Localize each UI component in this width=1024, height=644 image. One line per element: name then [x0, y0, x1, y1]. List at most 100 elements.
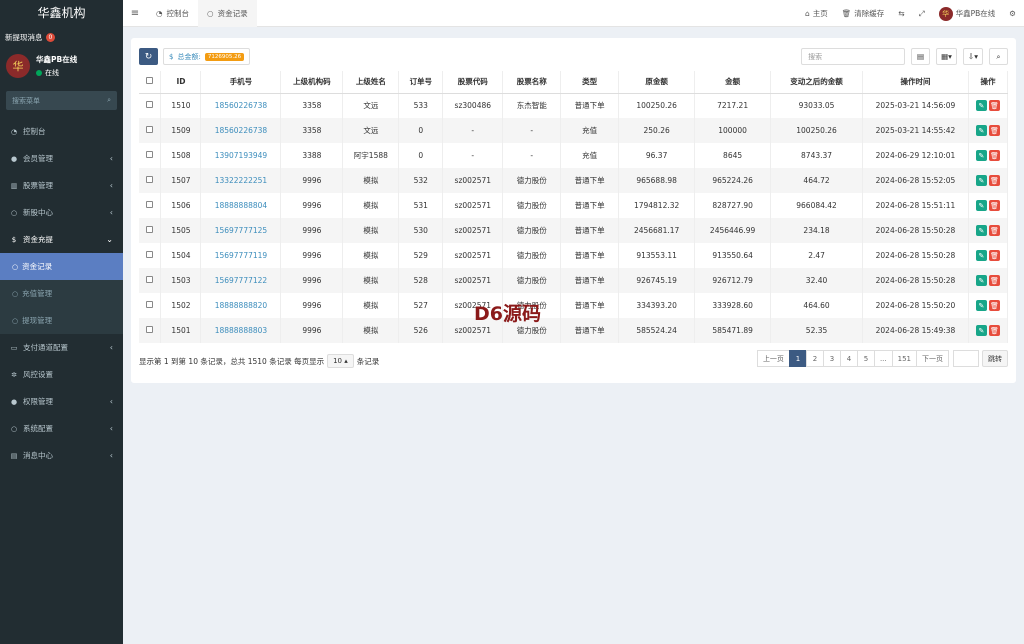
delete-icon[interactable]: 🗑	[988, 100, 1000, 112]
row-checkbox[interactable]	[139, 168, 162, 193]
row-checkbox[interactable]	[139, 268, 162, 293]
page-button-1[interactable]: 1	[788, 350, 807, 367]
sidebar-item-system[interactable]: ○ 系统配置 ‹	[0, 415, 123, 442]
table-row[interactable]: 1506 18888888804 9996 模拟 531 sz002571 德力股份 普通下单…	[139, 193, 1009, 218]
table-row[interactable]: 1509 18560226738 3358 文远 0- - 充值 250.26 100000 10…	[139, 118, 1009, 143]
page-button-last[interactable]: 151	[891, 350, 917, 367]
export-button[interactable]: ⇩▾	[962, 48, 983, 65]
page-next-button[interactable]: 下一页	[916, 350, 949, 367]
sidebar-item-risk[interactable]: ✲ 风控设置	[0, 361, 123, 388]
home-link[interactable]: ⌂ 主页	[805, 8, 828, 19]
column-header[interactable]: 股票名称	[502, 71, 562, 94]
phone-link[interactable]: 18560226738	[200, 93, 282, 118]
table-row[interactable]: 1503 15697777122 9996 模拟 528 sz002571 德力股份 普通下单…	[139, 268, 1009, 293]
delete-icon[interactable]: 🗑	[988, 200, 1000, 211]
row-checkbox[interactable]	[139, 193, 162, 218]
translate-button[interactable]: ⇆	[898, 9, 904, 18]
delete-icon[interactable]: 🗑	[988, 325, 1000, 336]
page-button-3[interactable]: 3	[822, 350, 841, 367]
column-header[interactable]: 变动之后的金额	[770, 71, 864, 94]
row-checkbox[interactable]	[139, 243, 162, 268]
sidebar-item-recharge[interactable]: ○ 充值管理	[0, 280, 123, 307]
edit-icon[interactable]: ✎	[975, 300, 987, 311]
columns-button[interactable]: ▦▾	[936, 48, 957, 65]
phone-link[interactable]: 18888888820	[200, 293, 282, 318]
row-checkbox[interactable]	[139, 293, 162, 318]
sidebar-item-fund-records[interactable]: ○ 资金记录	[0, 253, 123, 280]
delete-icon[interactable]: 🗑	[988, 125, 1000, 136]
edit-icon[interactable]: ✎	[975, 225, 987, 236]
page-button-2[interactable]: 2	[805, 350, 824, 367]
column-header[interactable]: 订单号	[398, 71, 444, 94]
sidebar-item-stocks[interactable]: ▥ 股票管理 ‹	[0, 172, 123, 199]
phone-link[interactable]: 13322222251	[200, 168, 282, 193]
row-checkbox[interactable]	[139, 93, 162, 118]
edit-icon[interactable]: ✎	[975, 325, 987, 336]
tab-fund-records[interactable]: ○ 资金记录	[198, 0, 257, 27]
page-button-4[interactable]: 4	[839, 350, 858, 367]
page-prev-button[interactable]: 上一页	[756, 350, 790, 367]
table-row[interactable]: 1505 15697777125 9996 模拟 530 sz002571 德力股份 普通下单…	[139, 218, 1009, 243]
page-size-select[interactable]: 10 ▴	[327, 354, 354, 368]
phone-link[interactable]: 18888888803	[200, 318, 282, 343]
page-jump-button[interactable]: 跳转	[982, 350, 1008, 367]
toggle-view-button[interactable]: ▤	[911, 48, 931, 65]
fullscreen-button[interactable]: ⤢	[919, 9, 925, 19]
page-button-5[interactable]: 5	[856, 350, 875, 367]
phone-link[interactable]: 18560226738	[200, 118, 282, 143]
sidebar-item-permissions[interactable]: ● 权限管理 ‹	[0, 388, 123, 415]
table-row[interactable]: 1508 13907193949 3388 阿宇1588 0- - 充值 96.37 8645 8…	[139, 143, 1009, 168]
sidebar-item-messages[interactable]: ▤ 消息中心 ‹	[0, 442, 123, 469]
sidebar-item-withdraw[interactable]: ○ 提现管理	[0, 307, 123, 334]
row-checkbox[interactable]	[139, 318, 162, 343]
phone-link[interactable]: 13907193949	[200, 143, 282, 168]
edit-icon[interactable]: ✎	[975, 100, 987, 112]
table-row[interactable]: 1502 18888888820 9996 模拟 527 sz002571 德力股份 普通下单…	[139, 293, 1009, 318]
delete-icon[interactable]: 🗑	[988, 275, 1000, 286]
delete-icon[interactable]: 🗑	[988, 175, 1000, 186]
phone-link[interactable]: 15697777125	[200, 218, 282, 243]
sidebar-item-members[interactable]: ● 会员管理 ‹	[0, 145, 123, 172]
user-menu[interactable]: 华华鑫PB在线	[938, 6, 995, 21]
search-icon[interactable]: ⌕	[107, 96, 111, 105]
row-checkbox[interactable]	[139, 143, 162, 168]
column-header[interactable]: 股票代码	[442, 71, 504, 94]
advanced-search-button[interactable]: ⌕	[989, 48, 1008, 65]
delete-icon[interactable]: 🗑	[988, 250, 1000, 261]
menu-toggle-icon[interactable]: ≡	[123, 8, 147, 19]
row-checkbox[interactable]	[139, 218, 162, 243]
edit-icon[interactable]: ✎	[975, 275, 987, 286]
edit-icon[interactable]: ✎	[975, 175, 987, 186]
delete-icon[interactable]: 🗑	[988, 300, 1000, 311]
column-header[interactable]: 上级姓名	[342, 71, 400, 94]
sidebar-item-payment[interactable]: ▭ 支付通道配置 ‹	[0, 334, 123, 361]
column-header[interactable]: 操作时间	[862, 71, 969, 94]
refresh-button[interactable]: ↻	[139, 48, 158, 65]
sidebar-search-input[interactable]: 搜索菜单 ⌕	[6, 91, 117, 110]
column-header[interactable]: 上级机构码	[280, 71, 344, 94]
sidebar-item-dashboard[interactable]: ◔ 控制台	[0, 118, 123, 145]
clear-cache-button[interactable]: 🗑 清除缓存	[842, 8, 885, 19]
page-jump-input[interactable]	[953, 350, 979, 367]
sidebar-item-funds[interactable]: $ 资金充提 ⌄	[0, 226, 123, 253]
edit-icon[interactable]: ✎	[975, 250, 987, 261]
table-row[interactable]: 1501 18888888803 9996 模拟 526 sz002571 德力股份 普通下单…	[139, 318, 1009, 343]
phone-link[interactable]: 18888888804	[200, 193, 282, 218]
select-all-checkbox[interactable]	[139, 71, 162, 94]
edit-icon[interactable]: ✎	[975, 125, 987, 136]
edit-icon[interactable]: ✎	[975, 150, 987, 161]
delete-icon[interactable]: 🗑	[988, 225, 1000, 236]
tab-dashboard[interactable]: ◔ 控制台	[147, 0, 198, 27]
column-header[interactable]: 金额	[694, 71, 772, 94]
phone-link[interactable]: 15697777122	[200, 268, 282, 293]
table-row[interactable]: 1504 15697777119 9996 模拟 529 sz002571 德力股份 普通下单…	[139, 243, 1009, 268]
column-header[interactable]: 手机号	[200, 71, 282, 94]
column-header[interactable]: 类型	[560, 71, 620, 94]
table-row[interactable]: 1507 13322222251 9996 模拟 532 sz002571 德力股份 普通下单…	[139, 168, 1009, 193]
phone-link[interactable]: 15697777119	[200, 243, 282, 268]
edit-icon[interactable]: ✎	[975, 200, 987, 211]
settings-button[interactable]: ⚙	[1009, 9, 1016, 18]
row-checkbox[interactable]	[139, 118, 162, 143]
withdraw-notice[interactable]: 新提现消息 0	[0, 27, 123, 47]
column-header[interactable]: 原金额	[618, 71, 696, 94]
